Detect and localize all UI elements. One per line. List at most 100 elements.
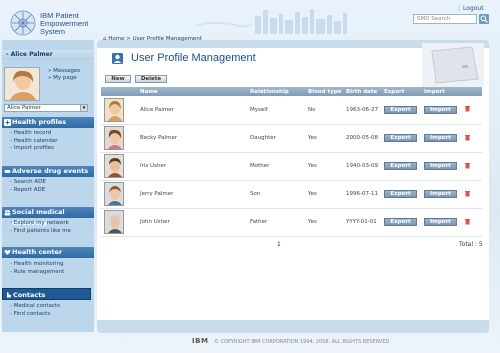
section-social-medical-discovery[interactable]: Social medical discovery: [2, 207, 94, 227]
sidebar-user-name: - Alice Palmer: [2, 50, 94, 60]
trash-icon[interactable]: [464, 162, 471, 169]
cell-blood-type: Yes: [305, 180, 343, 209]
avatar: [104, 126, 124, 150]
profile-table: Name Relationship Blood type Birth date …: [101, 87, 482, 237]
user-avatar: [4, 67, 40, 101]
cell-name: Iris Usher: [137, 152, 247, 181]
user-name-label: Alice Palmer: [10, 51, 53, 58]
health-center-links: - Health monitoring - Rule management: [10, 261, 64, 276]
logout-link[interactable]: Logout: [463, 5, 484, 12]
link-label: Find patients like me: [13, 227, 71, 234]
health-monitoring-link[interactable]: - Health monitoring: [10, 261, 64, 269]
explore-network-link[interactable]: - Explore my network: [10, 220, 71, 228]
device-graphic: [422, 43, 484, 87]
link-label: Health record: [13, 130, 52, 136]
link-label: Search ADE: [13, 179, 46, 185]
search-input[interactable]: SMD Search: [413, 14, 477, 24]
health-calendar-link[interactable]: - Health calendar: [10, 138, 57, 146]
section-title: Adverse drug events: [12, 167, 89, 175]
cell-relationship: Daughter: [247, 124, 305, 153]
link-label: Medical contacts: [13, 303, 61, 309]
trash-icon[interactable]: [464, 190, 471, 197]
breadcrumb-text[interactable]: Home > User Profile Management: [108, 36, 202, 42]
report-ade-link[interactable]: - Report ADE: [10, 187, 46, 195]
column-header-delete: [461, 87, 482, 96]
search-icon: [480, 15, 488, 23]
search-ade-link[interactable]: - Search ADE: [10, 179, 46, 187]
medical-contacts-link[interactable]: - Medical contacts: [10, 303, 60, 311]
link-label: Find contacts: [13, 310, 51, 317]
import-button[interactable]: Import: [424, 190, 457, 198]
hand-pointer-icon: [7, 292, 12, 298]
contacts-links: - Medical contacts - Find contacts: [10, 303, 60, 318]
link-label: Explore my network: [13, 220, 69, 226]
cell-name: John Usher: [137, 208, 247, 237]
trash-icon[interactable]: [464, 218, 471, 225]
logo-icon: [10, 10, 36, 36]
export-button[interactable]: Export: [384, 162, 417, 170]
health-record-link[interactable]: - Health record: [10, 130, 57, 138]
import-button[interactable]: Import: [424, 105, 457, 114]
cell-birth-date: 1940-03-09: [343, 152, 381, 181]
column-header-birth-date[interactable]: Birth date: [343, 87, 381, 96]
section-adverse-drug-events[interactable]: Adverse drug events: [2, 166, 94, 177]
import-button[interactable]: Import: [424, 218, 457, 226]
people-icon: [4, 210, 11, 216]
section-contacts[interactable]: Contacts: [2, 288, 91, 300]
pagination-page[interactable]: 1: [277, 241, 281, 248]
trash-icon[interactable]: [464, 134, 471, 141]
new-button[interactable]: New: [105, 75, 131, 83]
table-row[interactable]: Becky Palmer Daughter Yes 2000-05-08 Exp…: [101, 124, 482, 153]
column-header-name[interactable]: Name: [137, 87, 247, 96]
page-title: User Profile Management: [131, 52, 256, 64]
social-discovery-links: - Explore my network - Find patients lik…: [10, 220, 71, 235]
trash-icon[interactable]: [464, 105, 471, 112]
find-contacts-link[interactable]: - Find contacts: [10, 311, 60, 319]
cell-name: Becky Palmer: [137, 124, 247, 153]
heart-icon: [4, 249, 11, 255]
delete-button[interactable]: Delete: [135, 75, 167, 83]
cell-birth-date: 1963-06-27: [343, 96, 381, 125]
user-profile-icon: [112, 53, 123, 64]
section-title: Health profiles: [12, 118, 67, 126]
messages-label: Messages: [53, 68, 81, 74]
import-button[interactable]: Import: [424, 162, 457, 170]
column-header-import: Import: [421, 87, 461, 96]
avatar: [104, 97, 124, 122]
export-button[interactable]: Export: [384, 134, 417, 142]
my-page-link[interactable]: » My page: [48, 75, 80, 82]
section-title: Contacts: [13, 291, 46, 299]
total-count: Total : 5: [459, 241, 483, 248]
user-select-value: Alice Palmer: [7, 105, 41, 111]
import-button[interactable]: Import: [424, 134, 457, 142]
export-button[interactable]: Export: [384, 105, 417, 114]
user-select[interactable]: Alice Palmer ▼: [4, 104, 88, 112]
rule-management-link[interactable]: - Rule management: [10, 269, 64, 277]
cell-name: Jerry Palmer: [137, 180, 247, 209]
home-icon: ⌂: [103, 36, 107, 42]
export-button[interactable]: Export: [384, 190, 417, 198]
column-header-photo: [101, 87, 137, 96]
table-row[interactable]: Alice Palmer Myself No 1963-06-27 Export…: [101, 96, 482, 125]
table-row[interactable]: Jerry Palmer Son Yes 1996-07-11 Export I…: [101, 180, 482, 209]
import-profiles-link[interactable]: - Import profiles: [10, 145, 57, 153]
column-header-relationship[interactable]: Relationship: [247, 87, 305, 96]
export-button[interactable]: Export: [384, 218, 417, 226]
column-header-blood-type[interactable]: Blood type: [305, 87, 343, 96]
link-label: Health calendar: [13, 137, 58, 144]
table-row[interactable]: Iris Usher Mother Yes 1940-03-09 Export …: [101, 152, 482, 181]
find-patients-link[interactable]: - Find patients like me: [10, 228, 71, 236]
cell-relationship: Son: [247, 180, 305, 209]
footer: IBM © COPYRIGHT IBM CORPORATION 1994, 20…: [192, 337, 389, 345]
chevron-down-icon[interactable]: ▼: [80, 105, 87, 111]
section-health-center[interactable]: Health center: [2, 247, 94, 258]
search-button[interactable]: [479, 14, 489, 24]
pill-icon: [4, 170, 11, 173]
cell-blood-type: No: [305, 96, 343, 125]
cell-relationship: Myself: [247, 96, 305, 125]
link-label: Health monitoring: [13, 261, 64, 267]
table-row[interactable]: John Usher Father Yes YYYY-01-01 Export …: [101, 208, 482, 237]
section-health-profiles[interactable]: Health profiles: [2, 117, 94, 128]
cell-blood-type: Yes: [305, 208, 343, 237]
divider: |: [458, 5, 461, 12]
